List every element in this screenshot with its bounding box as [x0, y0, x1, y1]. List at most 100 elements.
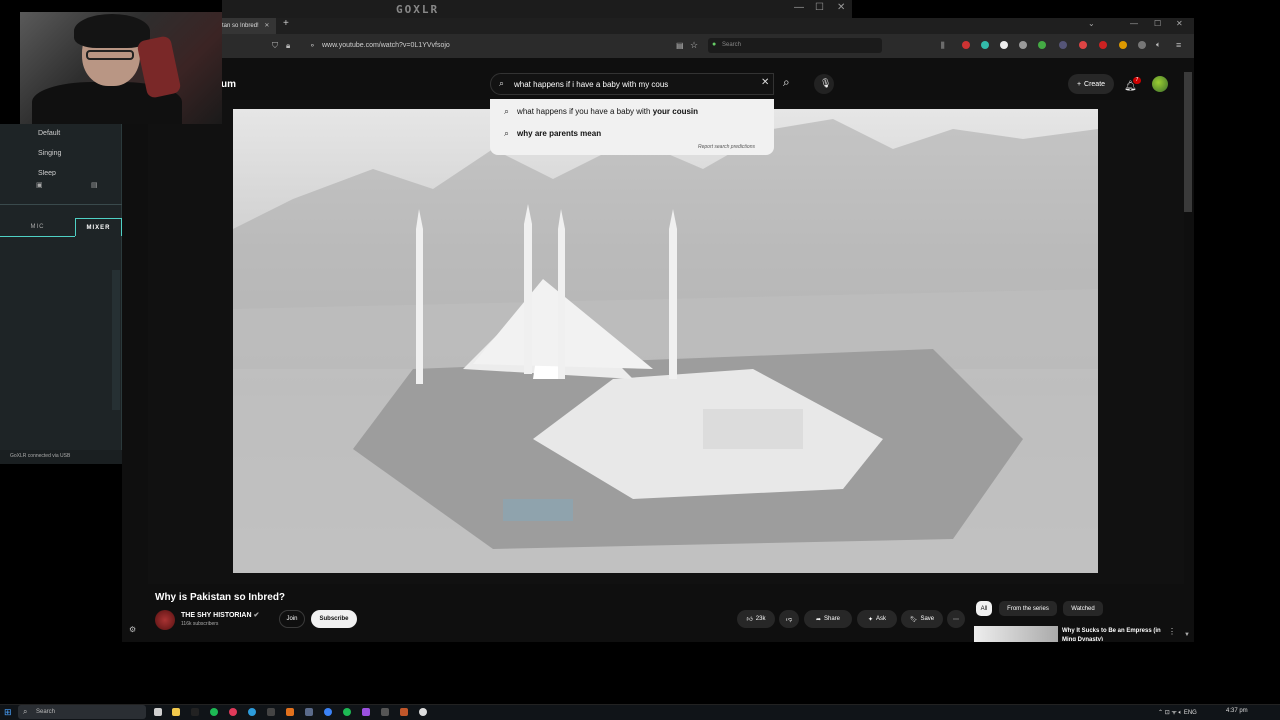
tab-mixer[interactable]: MIXER	[75, 218, 122, 236]
recommended-title[interactable]: Why It Sucks to Be an Empress (in Ming D…	[1062, 627, 1174, 641]
system-tray[interactable]: ⌃ ⊡ ᯤ 🔈︎ ENG	[1158, 708, 1197, 717]
maximize-icon[interactable]: ☐	[815, 2, 824, 13]
bookmark-star-icon[interactable]: ☆	[690, 40, 698, 51]
dislike-button[interactable]: 👎︎	[779, 610, 799, 628]
webcam-overlay	[20, 12, 222, 124]
gear-icon[interactable]: ⚙	[129, 625, 136, 634]
tab-mic[interactable]: MIC	[0, 218, 75, 236]
search-icon: ⌕	[499, 78, 505, 88]
voice-search-button[interactable]: 🎙︎	[814, 74, 834, 94]
search-button[interactable]: ⌕	[776, 73, 806, 95]
chip-from-series[interactable]: From the series	[999, 601, 1057, 616]
preset-default[interactable]: Default	[38, 130, 60, 137]
thumbs-down-icon: 👎︎	[785, 617, 793, 623]
preset-singing[interactable]: Singing	[38, 150, 61, 157]
firefox-icon[interactable]	[286, 708, 294, 716]
close-icon[interactable]: ✕	[1176, 19, 1183, 28]
share-button[interactable]: ➦ Share	[804, 610, 852, 628]
language-indicator: ENG	[1183, 710, 1197, 716]
recommended-thumbnail[interactable]	[974, 626, 1058, 642]
subscribe-button[interactable]: Subscribe	[311, 610, 357, 628]
extension-icon[interactable]	[1099, 41, 1107, 49]
close-icon[interactable]: ✕	[837, 2, 845, 13]
video-frame[interactable]	[233, 109, 1098, 573]
ask-button[interactable]: ✦ Ask	[857, 610, 897, 628]
report-predictions-link[interactable]: Report search predictions	[698, 144, 755, 150]
app-icon[interactable]	[324, 708, 332, 716]
thumbs-up-icon: 👍︎	[746, 617, 753, 623]
spotify-icon[interactable]	[210, 708, 218, 716]
new-tab-icon[interactable]: +	[283, 18, 289, 29]
like-button[interactable]: 👍︎ 23k	[737, 610, 775, 628]
join-button[interactable]: Join	[279, 610, 305, 628]
app-icon[interactable]	[362, 708, 370, 716]
browser-search-input[interactable]: Search	[708, 38, 882, 53]
file-explorer-icon[interactable]	[172, 708, 180, 716]
permissions-icon[interactable]: ⚬	[309, 41, 316, 50]
menu-icon[interactable]: ≡	[1176, 40, 1181, 50]
app-icon[interactable]	[400, 708, 408, 716]
clock[interactable]: 4:37 pm	[1226, 708, 1248, 714]
app-icon[interactable]	[419, 708, 427, 716]
search-icon: ⌕	[783, 75, 790, 89]
extension-icon[interactable]	[962, 41, 970, 49]
maximize-icon[interactable]: ☐	[1154, 19, 1161, 28]
extension-icon[interactable]	[1019, 41, 1027, 49]
windows-start-icon[interactable]: ⊞	[4, 707, 12, 718]
notification-badge: 7	[1133, 77, 1141, 84]
app-icon[interactable]	[191, 708, 199, 716]
chip-watched[interactable]: Watched	[1063, 601, 1103, 616]
app-icon[interactable]	[343, 708, 351, 716]
more-actions-button[interactable]: ⋯	[947, 610, 965, 628]
goxlr-titlebar	[222, 0, 852, 18]
app-icon[interactable]	[229, 708, 237, 716]
library-icon[interactable]: ⫼	[941, 41, 945, 51]
extension-icon[interactable]	[1038, 41, 1046, 49]
suggestion-item[interactable]: ⌕ what happens if you have a baby with y…	[504, 102, 698, 120]
extension-icon[interactable]	[981, 41, 989, 49]
create-button[interactable]: + Create	[1068, 74, 1114, 94]
taskbar-search-input[interactable]: Search	[18, 705, 146, 719]
task-view-icon[interactable]	[154, 708, 162, 716]
speaker-icon[interactable]: 🔈︎	[1156, 40, 1161, 50]
extension-icon[interactable]	[1079, 41, 1087, 49]
minimize-icon[interactable]: —	[1130, 19, 1138, 28]
chip-all[interactable]: All	[976, 601, 992, 616]
extension-icon[interactable]	[1000, 41, 1008, 49]
extension-icon[interactable]	[1119, 41, 1127, 49]
scrollbar[interactable]	[112, 270, 120, 410]
extensions-puzzle-icon[interactable]	[1138, 41, 1146, 49]
page-scrollbar[interactable]	[1184, 72, 1192, 212]
search-input-value[interactable]: what happens if i have a baby with my co…	[514, 80, 668, 89]
tab-close-icon[interactable]: ✕	[264, 23, 269, 29]
more-vertical-icon[interactable]: ⋮	[1168, 627, 1176, 636]
minimize-icon[interactable]: —	[794, 2, 804, 13]
suggestion-text: what happens if you have a baby with you…	[517, 106, 699, 116]
create-label: Create	[1084, 80, 1106, 88]
like-count: 23k	[755, 616, 766, 622]
app-icon[interactable]	[381, 708, 389, 716]
chevron-down-icon[interactable]: ⌄	[1088, 19, 1095, 28]
suggestion-item[interactable]: ⌕ why are parents mean	[504, 124, 601, 142]
channel-name[interactable]: THE SHY HISTORIAN ✔	[181, 611, 259, 619]
scroll-down-icon[interactable]: ▼	[1184, 632, 1190, 638]
preset-sleep[interactable]: Sleep	[38, 170, 56, 176]
clear-search-icon[interactable]: ✕	[761, 77, 769, 88]
shield-icon[interactable]: ⛉	[272, 41, 278, 51]
save-button[interactable]: 🔖︎ Save	[901, 610, 943, 628]
extension-icon[interactable]	[1059, 41, 1067, 49]
channel-avatar[interactable]	[155, 610, 175, 630]
reader-icon[interactable]: ▤	[676, 41, 684, 50]
lock-icon[interactable]: 🔒︎	[286, 41, 290, 51]
video-title: Why is Pakistan so Inbred?	[155, 592, 286, 603]
search-suggestions: ⌕ what happens if you have a baby with y…	[490, 99, 774, 155]
youtube-logo[interactable]: um	[221, 79, 236, 90]
account-avatar[interactable]	[1152, 76, 1168, 92]
app-icon[interactable]	[248, 708, 256, 716]
app-icon[interactable]	[267, 708, 275, 716]
save-preset-icon[interactable]: ▣	[36, 181, 43, 189]
file-icon[interactable]: ▤	[91, 181, 98, 189]
address-bar[interactable]: www.youtube.com/watch?v=0L1YVvfsojo	[322, 42, 450, 49]
browser-tab[interactable]: tan so Inbred! ✕	[222, 18, 276, 34]
app-icon[interactable]	[305, 708, 313, 716]
